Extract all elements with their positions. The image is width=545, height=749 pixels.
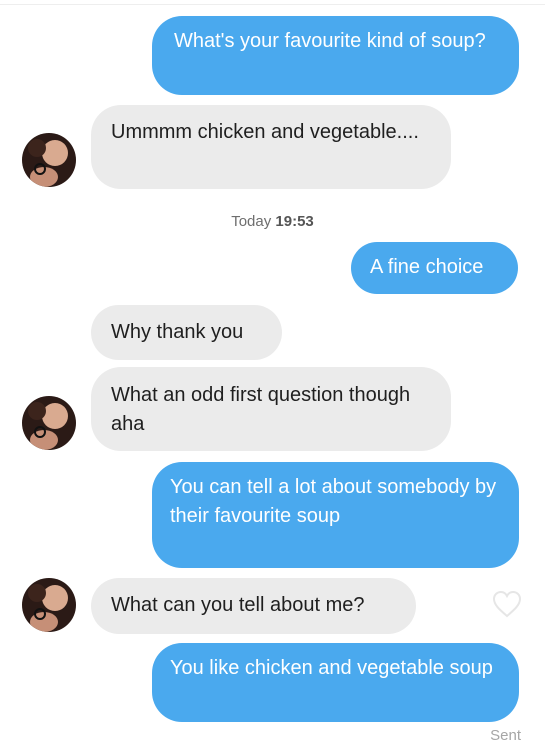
message-text: A fine choice — [370, 256, 484, 278]
message-bubble-incoming[interactable]: What an odd first question though aha — [91, 367, 451, 451]
contact-avatar[interactable] — [22, 396, 76, 450]
message-text: What can you tell about me? — [111, 594, 365, 616]
timestamp-day: Today — [231, 213, 272, 230]
message-bubble-outgoing[interactable]: You like chicken and vegetable soup — [152, 643, 519, 722]
message-text: What's your favourite kind of soup? — [174, 30, 486, 52]
message-bubble-incoming[interactable]: Ummmm chicken and vegetable.... — [91, 105, 451, 189]
contact-avatar[interactable] — [22, 133, 76, 187]
top-divider — [0, 4, 545, 5]
message-bubble-incoming[interactable]: Why thank you — [91, 305, 282, 360]
message-text: Ummmm chicken and vegetable.... — [111, 121, 419, 143]
heart-icon[interactable] — [492, 590, 522, 618]
message-text: What an odd first question though aha — [111, 384, 411, 435]
message-bubble-outgoing[interactable]: A fine choice — [351, 242, 518, 294]
timestamp-time: 19:53 — [275, 213, 314, 230]
message-text: You like chicken and vegetable soup — [170, 657, 493, 679]
delivery-status: Sent — [490, 727, 521, 744]
message-bubble-outgoing[interactable]: What's your favourite kind of soup? — [152, 16, 519, 95]
timestamp: Today 19:53 — [0, 213, 545, 230]
message-bubble-outgoing[interactable]: You can tell a lot about somebody by the… — [152, 462, 519, 568]
message-text: You can tell a lot about somebody by the… — [170, 476, 497, 527]
message-text: Why thank you — [111, 321, 244, 343]
message-bubble-incoming[interactable]: What can you tell about me? — [91, 578, 416, 634]
contact-avatar[interactable] — [22, 578, 76, 632]
